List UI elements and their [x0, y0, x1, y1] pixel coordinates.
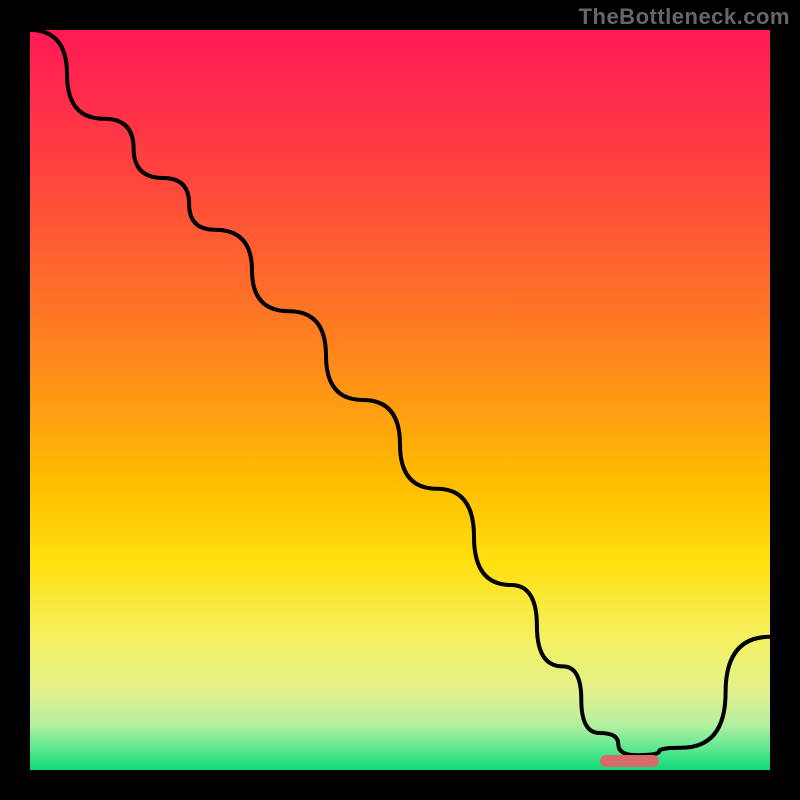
- curve-layer: [30, 30, 770, 770]
- watermark-text: TheBottleneck.com: [579, 4, 790, 30]
- chart-frame: TheBottleneck.com: [0, 0, 800, 800]
- optimal-range-marker: [600, 755, 659, 767]
- plot-area: [30, 30, 770, 770]
- bottleneck-curve-path: [30, 30, 770, 755]
